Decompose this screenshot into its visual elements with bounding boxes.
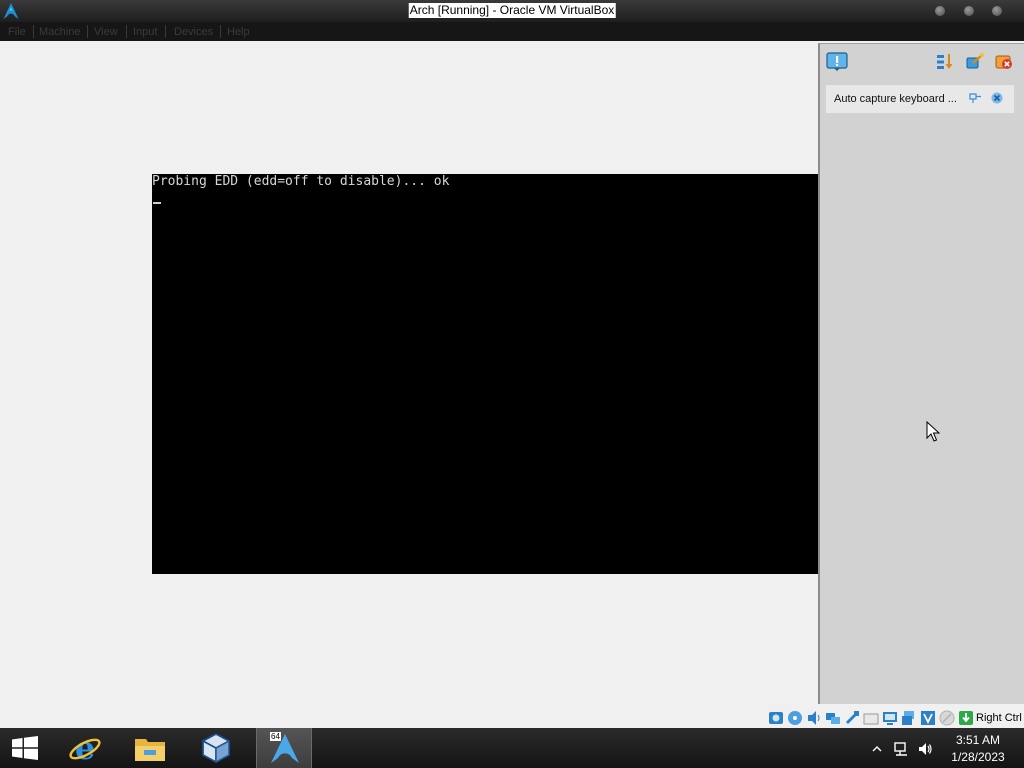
virtualization-icon[interactable] (920, 710, 936, 726)
taskbar-arch-vm[interactable]: 64 (256, 728, 312, 768)
menu-separator (165, 25, 166, 38)
virtualbox-icon (202, 732, 230, 764)
mouse-pointer-icon (926, 421, 940, 442)
clock-time[interactable]: 3:51 AM (940, 733, 1016, 748)
notification-text: Auto capture keyboard ... (834, 93, 957, 105)
taskbar: e 64 (0, 728, 1024, 768)
arch-logo-icon[interactable] (2, 2, 20, 20)
network-icon[interactable] (893, 741, 909, 757)
mouse-integration-icon[interactable] (939, 710, 955, 726)
menu-separator (126, 25, 127, 38)
notification-center-icon[interactable] (826, 52, 848, 72)
menu-input[interactable]: Input (133, 25, 157, 39)
video-capture-icon[interactable] (901, 710, 917, 726)
windows-start-icon (12, 736, 38, 760)
minimize-icon[interactable] (935, 6, 945, 16)
menu-separator (33, 25, 34, 38)
optical-drive-icon[interactable] (787, 710, 803, 726)
network-icon[interactable] (825, 710, 841, 726)
volume-icon[interactable] (917, 741, 933, 757)
start-button[interactable] (0, 728, 50, 768)
window-title-bar[interactable]: Arch [Running] - Oracle VM VirtualBox (0, 0, 1024, 22)
delete-all-icon[interactable] (994, 52, 1014, 72)
host-key-label[interactable]: Right Ctrl (976, 711, 1022, 725)
taskbar-internet-explorer[interactable]: e (56, 728, 112, 768)
notification-center-panel: Auto capture keyboard ... (818, 43, 1024, 704)
hard-disk-icon[interactable] (768, 710, 784, 726)
pin-icon[interactable] (968, 91, 982, 105)
arch-vm-badge: 64 (270, 732, 281, 741)
toggle-all-icon[interactable] (965, 52, 985, 72)
menu-file[interactable]: File (8, 25, 26, 39)
vm-status-bar: Right Ctrl (760, 707, 1024, 729)
sort-icon[interactable] (935, 52, 955, 72)
internet-explorer-icon: e (69, 731, 101, 765)
menu-separator (87, 25, 88, 38)
maximize-icon[interactable] (964, 6, 974, 16)
svg-text:e: e (75, 731, 95, 765)
shared-folders-icon[interactable] (863, 710, 879, 726)
menu-machine[interactable]: Machine (39, 25, 81, 39)
usb-icon[interactable] (844, 710, 860, 726)
window-title: Arch [Running] - Oracle VM VirtualBox (408, 3, 616, 18)
menu-bar: File Machine View Input Devices Help (0, 22, 1024, 41)
keyboard-icon[interactable] (958, 710, 974, 726)
notification-message[interactable]: Auto capture keyboard ... (826, 85, 1014, 113)
clock-date[interactable]: 1/28/2023 (940, 750, 1016, 765)
menu-help[interactable]: Help (227, 25, 250, 39)
file-explorer-icon (135, 739, 165, 761)
console-cursor (153, 202, 161, 204)
show-hidden-icons-icon[interactable] (869, 741, 885, 757)
menu-view[interactable]: View (94, 25, 118, 39)
close-icon[interactable] (992, 6, 1002, 16)
taskbar-virtualbox[interactable] (188, 728, 244, 768)
audio-icon[interactable] (806, 710, 822, 726)
console-line: Probing EDD (edd=off to disable)... ok (152, 174, 450, 189)
menu-separator (220, 25, 221, 38)
menu-devices[interactable]: Devices (174, 25, 213, 39)
taskbar-file-explorer[interactable] (122, 728, 178, 768)
close-icon[interactable] (990, 91, 1004, 105)
vm-display[interactable]: Probing EDD (edd=off to disable)... ok (152, 174, 818, 574)
display-icon[interactable] (882, 710, 898, 726)
